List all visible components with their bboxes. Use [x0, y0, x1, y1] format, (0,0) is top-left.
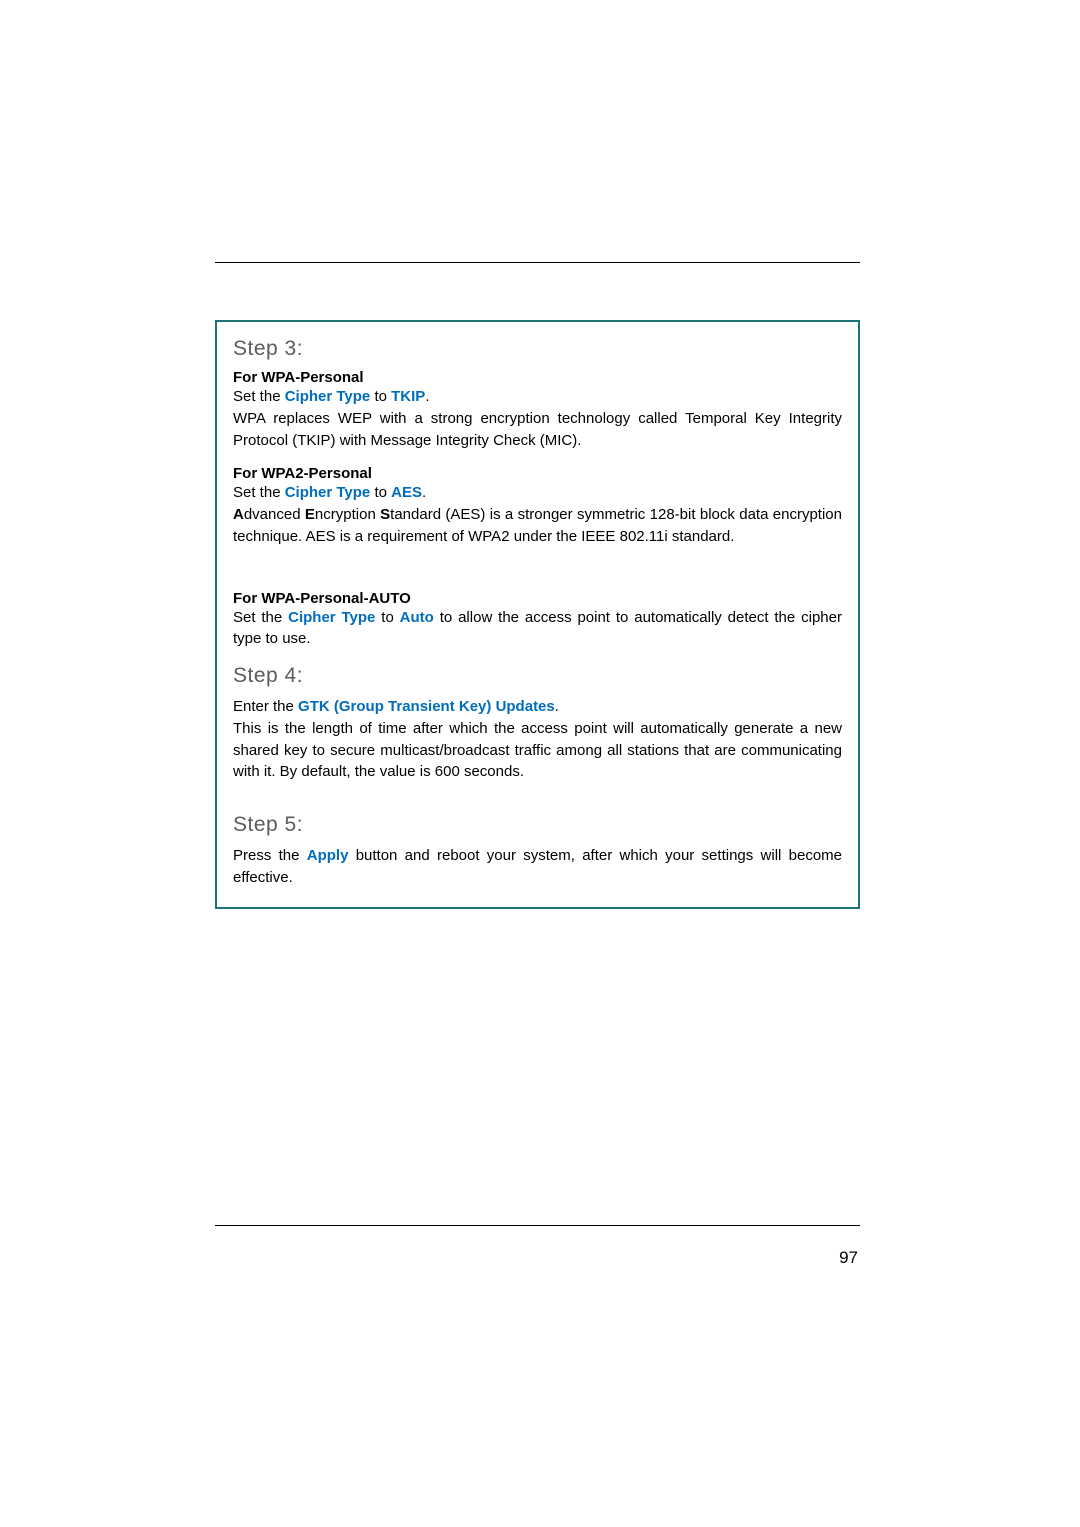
text-fragment: to: [370, 388, 391, 405]
bold-letter-a: A: [233, 506, 244, 523]
spacer: [233, 797, 842, 813]
text-fragment: Set the: [233, 484, 285, 501]
wpa-personal-title: For WPA-Personal: [233, 369, 842, 386]
wpa-personal-desc: WPA replaces WEP with a strong encryptio…: [233, 408, 842, 452]
cipher-type-label: Cipher Type: [288, 609, 375, 626]
footer-rule: [215, 1225, 860, 1226]
text-fragment: dvanced: [244, 506, 305, 523]
wpa-personal-cipher-line: Set the Cipher Type to TKIP.: [233, 386, 842, 408]
wpa2-personal-cipher-line: Set the Cipher Type to AES.: [233, 482, 842, 504]
wpa2-personal-title: For WPA2-Personal: [233, 465, 842, 482]
text-fragment: Set the: [233, 388, 285, 405]
text-fragment: .: [555, 698, 559, 715]
wpa2-personal-desc: Advanced Encryption Standard (AES) is a …: [233, 504, 842, 548]
instruction-box: Step 3: For WPA-Personal Set the Cipher …: [215, 320, 860, 909]
wpa-personal-auto-desc: Set the Cipher Type to Auto to allow the…: [233, 607, 842, 651]
gtk-updates-label: GTK (Group Transient Key) Updates: [298, 698, 555, 715]
text-fragment: to: [375, 609, 399, 626]
bold-letter-s: S: [380, 506, 390, 523]
text-fragment: Press the: [233, 847, 307, 864]
step5-apply-line: Press the Apply button and reboot your s…: [233, 845, 842, 889]
wpa-personal-auto-title: For WPA-Personal-AUTO: [233, 590, 842, 607]
step4-heading: Step 4:: [233, 664, 842, 688]
cipher-value-aes: AES: [391, 484, 422, 501]
step3-heading: Step 3:: [233, 337, 842, 361]
cipher-type-label: Cipher Type: [285, 388, 371, 405]
spacer: [233, 562, 842, 586]
page-number: 97: [839, 1248, 858, 1268]
cipher-value-auto: Auto: [400, 609, 434, 626]
text-fragment: .: [422, 484, 426, 501]
text-fragment: .: [425, 388, 429, 405]
cipher-value-tkip: TKIP: [391, 388, 425, 405]
header-rule: [215, 262, 860, 263]
step5-heading: Step 5:: [233, 813, 842, 837]
text-fragment: to: [370, 484, 391, 501]
bold-letter-e: E: [305, 506, 315, 523]
text-fragment: ncryption: [315, 506, 380, 523]
text-fragment: Enter the: [233, 698, 298, 715]
step4-desc: This is the length of time after which t…: [233, 718, 842, 783]
text-fragment: Set the: [233, 609, 288, 626]
cipher-type-label: Cipher Type: [285, 484, 371, 501]
step4-gtk-line: Enter the GTK (Group Transient Key) Upda…: [233, 696, 842, 718]
apply-button-label: Apply: [307, 847, 349, 864]
